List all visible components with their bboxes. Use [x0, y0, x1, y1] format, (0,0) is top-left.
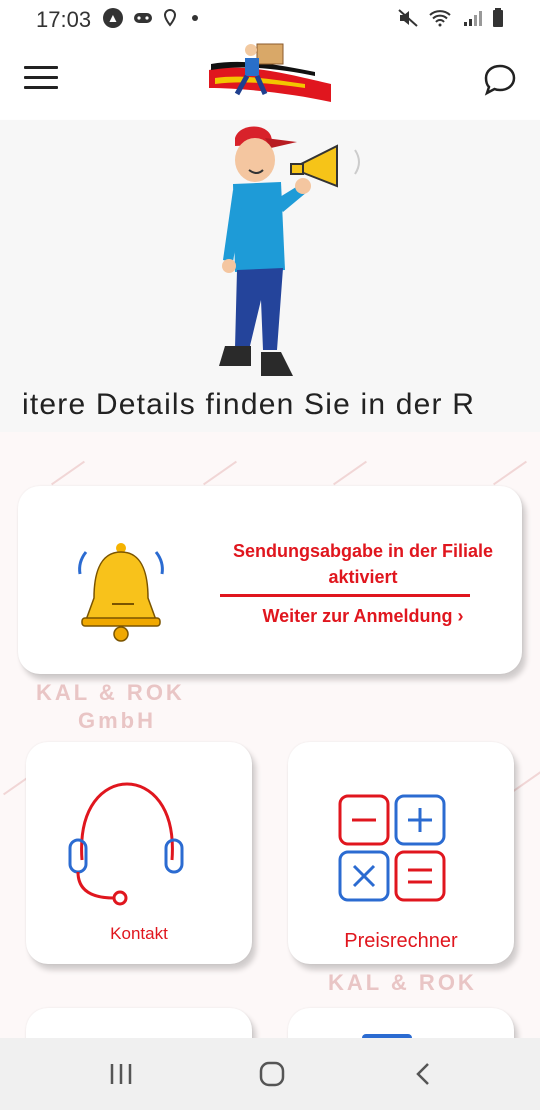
courier-logo-icon — [209, 43, 331, 102]
signal-icon — [464, 11, 482, 26]
a-badge-icon: ▲ — [103, 8, 123, 28]
contact-tile[interactable]: Kontakt — [26, 742, 252, 964]
location-pin-icon — [163, 9, 177, 27]
megaphone-man-illustration — [219, 126, 360, 376]
dot-icon — [192, 15, 198, 21]
watermark-text: GmbH — [78, 708, 156, 733]
price-calculator-tile[interactable]: Preisrechner — [288, 742, 514, 964]
headset-icon — [68, 782, 184, 906]
news-ticker: itere Details finden Sie in der R — [22, 388, 476, 421]
system-nav-bar — [0, 1038, 540, 1110]
notice-title: Sendungsabgabe in der Filiale aktiviert — [232, 541, 494, 587]
notice-divider — [220, 594, 470, 597]
wifi-icon — [429, 10, 451, 27]
status-time: 17:03 — [36, 7, 92, 32]
bell-icon — [78, 543, 164, 642]
back-icon[interactable] — [412, 1060, 432, 1088]
hero-banner: itere Details finden Sie in der R — [0, 120, 540, 432]
status-icons-right — [398, 8, 504, 28]
app-header — [0, 40, 540, 120]
status-icons-left: ▲ — [103, 8, 203, 28]
calculator-icon — [338, 794, 446, 902]
price-calculator-label: Preisrechner — [344, 930, 458, 952]
mute-icon — [398, 9, 418, 27]
notice-card[interactable]: Sendungsabgabe in der Filiale aktiviert … — [18, 486, 522, 674]
status-bar: 17:03 ▲ — [0, 0, 540, 40]
gamepad-icon — [134, 13, 152, 23]
battery-icon — [493, 8, 503, 27]
watermark-text: KAL & ROK — [36, 680, 185, 705]
recents-icon[interactable] — [108, 1060, 134, 1088]
chat-bubble-icon[interactable] — [482, 62, 518, 98]
contact-label: Kontakt — [110, 924, 168, 943]
home-icon[interactable] — [258, 1060, 286, 1088]
watermark-text: KAL & ROK — [328, 970, 477, 995]
register-link[interactable]: Weiter zur Anmeldung › — [218, 606, 508, 627]
hamburger-menu-icon[interactable] — [24, 66, 58, 94]
